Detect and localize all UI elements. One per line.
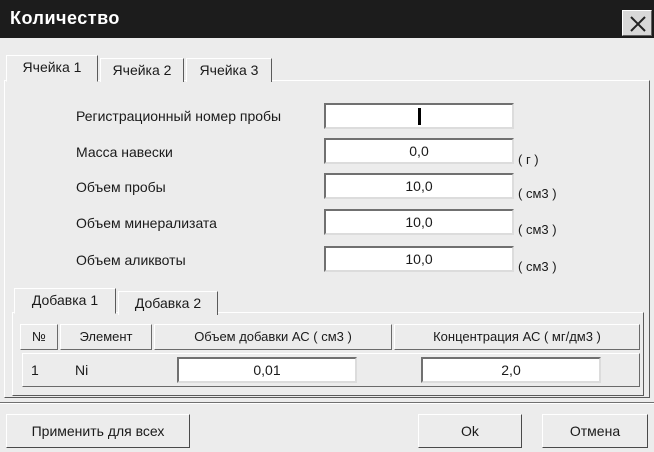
mineralizate-volume-field[interactable]: 10,0	[324, 209, 514, 235]
aliquot-volume-field[interactable]: 10,0	[324, 246, 514, 272]
quantity-dialog: Количество Ячейка 1 Ячейка 2 Ячейка 3 Ре…	[0, 0, 654, 452]
sample-volume-field[interactable]: 10,0	[324, 173, 514, 199]
table-row: 1 Ni 0,01 2,0	[22, 353, 640, 387]
close-icon	[630, 16, 646, 32]
tab-cell-3[interactable]: Ячейка 3	[186, 58, 272, 82]
close-button[interactable]	[622, 10, 652, 36]
tab-cell-1[interactable]: Ячейка 1	[6, 55, 98, 82]
aliquot-volume-unit: ( см3 )	[518, 259, 557, 274]
mass-unit: ( г )	[518, 152, 539, 167]
reg-number-field[interactable]	[324, 103, 514, 129]
column-header-additive-volume: Объем добавки АС ( см3 )	[154, 324, 392, 350]
mineralizate-volume-label: Объем минерализата	[76, 215, 217, 231]
tab-additive-2[interactable]: Добавка 2	[118, 291, 218, 315]
additive-volume-field[interactable]: 0,01	[177, 357, 357, 383]
row-element: Ni	[75, 362, 89, 378]
tab-cell-2[interactable]: Ячейка 2	[100, 58, 184, 82]
concentration-field[interactable]: 2,0	[421, 357, 601, 383]
sample-volume-label: Объем пробы	[76, 179, 166, 195]
column-header-element: Элемент	[60, 324, 152, 350]
aliquot-volume-label: Объем аликвоты	[76, 252, 186, 268]
column-header-concentration: Концентрация АС ( мг/дм3 )	[394, 324, 640, 350]
row-number: 1	[31, 362, 39, 378]
apply-all-button[interactable]: Применить для всех	[6, 414, 190, 448]
ok-button[interactable]: Ok	[418, 414, 522, 448]
window-title: Количество	[10, 8, 120, 28]
column-header-number: №	[20, 324, 58, 350]
mineralizate-volume-unit: ( см3 )	[518, 222, 557, 237]
tab-additive-1[interactable]: Добавка 1	[14, 288, 116, 314]
mass-label: Масса навески	[76, 144, 173, 160]
separator	[0, 402, 654, 404]
sample-volume-unit: ( см3 )	[518, 186, 557, 201]
cancel-button[interactable]: Отмена	[542, 414, 648, 448]
text-cursor	[417, 107, 421, 125]
mass-field[interactable]: 0,0	[324, 138, 514, 164]
reg-number-label: Регистрационный номер пробы	[76, 108, 282, 124]
title-bar: Количество	[0, 0, 654, 38]
